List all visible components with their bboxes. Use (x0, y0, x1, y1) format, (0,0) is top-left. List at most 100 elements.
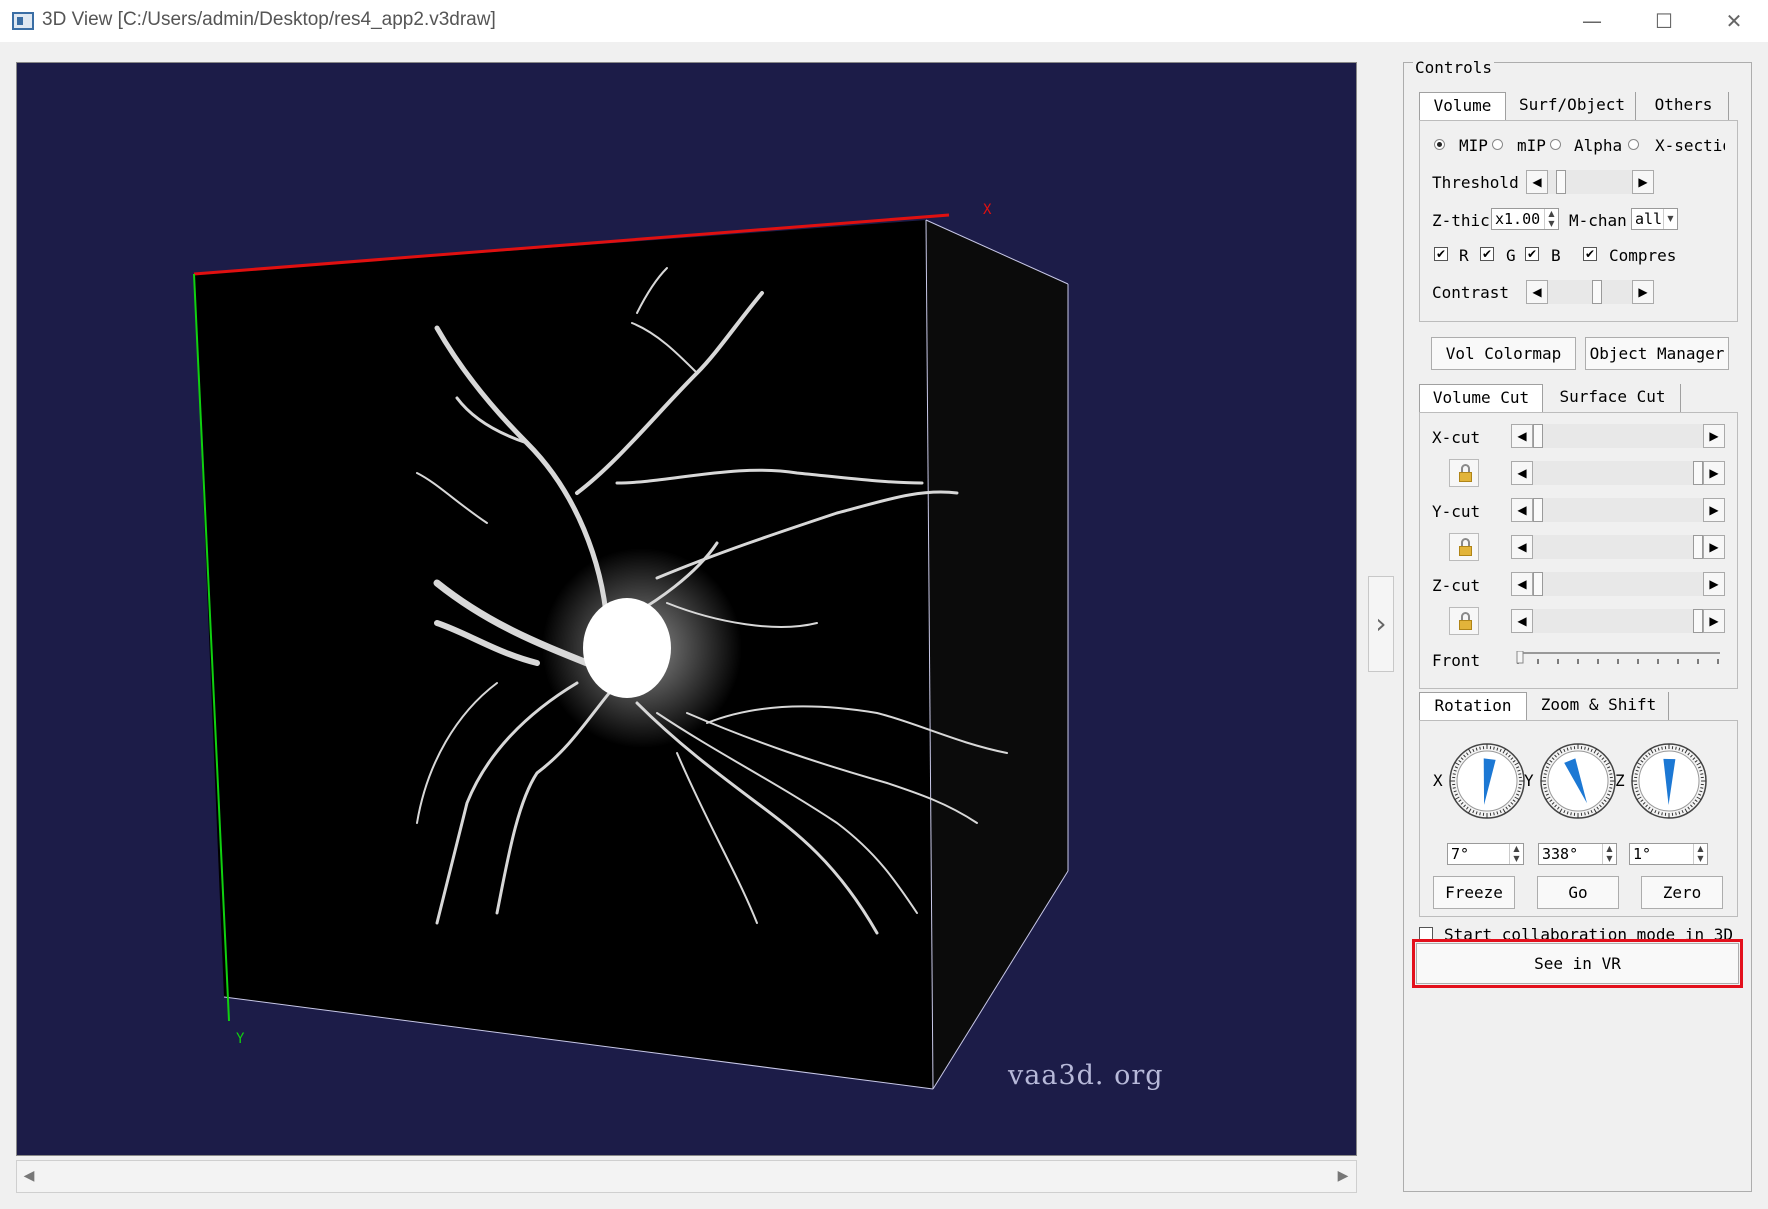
threshold-left-icon[interactable]: ◀ (1526, 170, 1548, 194)
freeze-button[interactable]: Freeze (1433, 876, 1515, 909)
watermark: vaa3d. org (1008, 1060, 1164, 1091)
y-cut-label: Y-cut (1432, 502, 1481, 521)
m-chan-label: M-chan (1569, 211, 1627, 230)
vol-colormap-button[interactable]: Vol Colormap (1431, 337, 1576, 370)
maximize-icon[interactable]: ☐ (1637, 6, 1691, 36)
minimize-icon[interactable]: — (1565, 6, 1619, 36)
tab-surf-object[interactable]: Surf/Object (1509, 92, 1636, 120)
x-rotation-dial[interactable] (1447, 741, 1527, 821)
y-cut-thumb[interactable] (1533, 498, 1543, 522)
radio-alpha-label: Alpha (1574, 136, 1623, 155)
z-cut-upper-left-icon[interactable]: ◀ (1511, 609, 1533, 633)
z-rotation-spinbox[interactable]: 1° ▲ ▼ (1629, 843, 1708, 865)
y-cut-upper-slider[interactable]: ◀ ▶ (1511, 535, 1725, 559)
front-slider[interactable] (1516, 650, 1722, 677)
z-rotation-dial[interactable] (1629, 741, 1709, 821)
z-cut-upper-thumb[interactable] (1693, 609, 1703, 633)
view-tabbar: Rotation Zoom & Shift (1419, 692, 1669, 720)
dial-x-label: X (1433, 771, 1443, 790)
spin-arrows-icon[interactable]: ▲ ▼ (1602, 844, 1616, 864)
contrast-slider[interactable]: ◀ ▶ (1526, 280, 1654, 304)
z-cut-right-icon[interactable]: ▶ (1703, 572, 1725, 596)
checkbox-g[interactable]: ✔ (1480, 247, 1494, 261)
x-cut-label: X-cut (1432, 428, 1481, 447)
y-cut-right-icon[interactable]: ▶ (1703, 498, 1725, 522)
checkbox-compress[interactable]: ✔ (1583, 247, 1597, 261)
tab-rotation[interactable]: Rotation (1419, 692, 1527, 720)
z-thick-value: x1.00 (1495, 210, 1541, 228)
spin-arrows-icon[interactable]: ▲ ▼ (1544, 209, 1558, 229)
go-button[interactable]: Go (1537, 876, 1619, 909)
threshold-thumb[interactable] (1556, 170, 1566, 194)
threshold-label: Threshold (1432, 173, 1519, 192)
y-cut-slider[interactable]: ◀ ▶ (1511, 498, 1725, 522)
checkbox-compress-label: Compress (1609, 246, 1677, 265)
window-title: 3D View [C:/Users/admin/Desktop/res4_app… (42, 9, 496, 30)
horizontal-scrollbar[interactable] (16, 1160, 1357, 1193)
checkbox-r-label: R (1459, 246, 1469, 265)
y-rotation-value: 338° (1542, 845, 1579, 863)
radio-x-section-label: X-section (1655, 136, 1725, 155)
x-cut-upper-right-icon[interactable]: ▶ (1703, 461, 1725, 485)
z-cut-left-icon[interactable]: ◀ (1511, 572, 1533, 596)
spin-arrows-icon[interactable]: ▲ ▼ (1693, 844, 1707, 864)
radio-mip[interactable] (1434, 139, 1445, 150)
x-cut-lock-icon[interactable] (1449, 459, 1479, 487)
y-rotation-dial[interactable] (1538, 741, 1618, 821)
spin-arrows-icon[interactable]: ▲ ▼ (1509, 844, 1523, 864)
checkbox-b[interactable]: ✔ (1525, 247, 1539, 261)
contrast-right-icon[interactable]: ▶ (1632, 280, 1654, 304)
y-cut-lock-icon[interactable] (1449, 533, 1479, 561)
object-manager-button[interactable]: Object Manager (1585, 337, 1729, 370)
z-cut-slider[interactable]: ◀ ▶ (1511, 572, 1725, 596)
radio-mip-label: MIP (1459, 136, 1488, 155)
close-icon[interactable]: ✕ (1707, 6, 1761, 36)
x-cut-upper-left-icon[interactable]: ◀ (1511, 461, 1533, 485)
x-cut-right-icon[interactable]: ▶ (1703, 424, 1725, 448)
radio-minip[interactable] (1492, 139, 1503, 150)
y-cut-upper-thumb[interactable] (1693, 535, 1703, 559)
contrast-thumb[interactable] (1592, 280, 1602, 304)
tab-zoom-shift[interactable]: Zoom & Shift (1529, 692, 1669, 720)
z-cut-lock-icon[interactable] (1449, 607, 1479, 635)
contrast-left-icon[interactable]: ◀ (1526, 280, 1548, 304)
z-rotation-value: 1° (1633, 845, 1652, 863)
y-rotation-spinbox[interactable]: 338° ▲ ▼ (1538, 843, 1617, 865)
m-chan-select[interactable]: all ▼ (1631, 208, 1678, 230)
z-thick-spinbox[interactable]: x1.00 ▲ ▼ (1491, 208, 1559, 230)
chevron-down-icon[interactable]: ▼ (1663, 209, 1677, 229)
panel-collapse-button[interactable]: › (1368, 576, 1394, 672)
z-cut-upper-right-icon[interactable]: ▶ (1703, 609, 1725, 633)
cut-tabbar: Volume Cut Surface Cut (1419, 384, 1683, 412)
front-label: Front (1432, 651, 1481, 670)
tab-volume-cut[interactable]: Volume Cut (1419, 384, 1543, 412)
z-cut-thumb[interactable] (1533, 572, 1543, 596)
radio-x-section[interactable] (1628, 139, 1639, 150)
x-cut-left-icon[interactable]: ◀ (1511, 424, 1533, 448)
x-cut-thumb[interactable] (1533, 424, 1543, 448)
highlight-box (1412, 939, 1743, 988)
x-cut-slider[interactable]: ◀ ▶ (1511, 424, 1725, 448)
tab-surface-cut[interactable]: Surface Cut (1545, 384, 1681, 412)
z-cut-upper-slider[interactable]: ◀ ▶ (1511, 609, 1725, 633)
3d-viewport[interactable]: X Y vaa3d. org (16, 62, 1357, 1156)
y-cut-upper-left-icon[interactable]: ◀ (1511, 535, 1533, 559)
scroll-right-icon[interactable]: ▶ (1336, 1168, 1350, 1184)
radio-alpha[interactable] (1550, 139, 1561, 150)
tab-volume[interactable]: Volume (1419, 92, 1506, 120)
checkbox-r[interactable]: ✔ (1434, 247, 1448, 261)
x-cut-upper-thumb[interactable] (1693, 461, 1703, 485)
volume-side-face (926, 220, 1068, 1089)
x-cut-upper-slider[interactable]: ◀ ▶ (1511, 461, 1725, 485)
threshold-right-icon[interactable]: ▶ (1632, 170, 1654, 194)
z-thick-label: Z-thick (1432, 211, 1490, 230)
scroll-left-icon[interactable]: ◀ (22, 1168, 36, 1184)
y-cut-upper-right-icon[interactable]: ▶ (1703, 535, 1725, 559)
threshold-slider[interactable]: ◀ ▶ (1526, 170, 1654, 194)
y-cut-left-icon[interactable]: ◀ (1511, 498, 1533, 522)
zero-button[interactable]: Zero (1641, 876, 1723, 909)
z-cut-label: Z-cut (1432, 576, 1481, 595)
tab-others[interactable]: Others (1639, 92, 1729, 120)
x-rotation-spinbox[interactable]: 7° ▲ ▼ (1447, 843, 1524, 865)
x-axis-label: X (983, 202, 992, 218)
